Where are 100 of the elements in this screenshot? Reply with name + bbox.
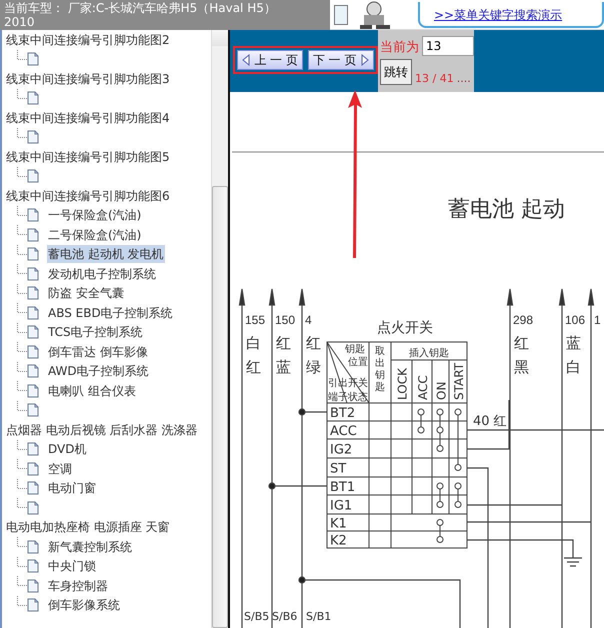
tree-item[interactable]: 电喇叭 组合仪表	[47, 382, 137, 400]
tree-item[interactable]: 新气囊控制系统	[47, 538, 133, 556]
tree-item[interactable]: 防盗 安全气囊	[47, 284, 125, 302]
tree-item[interactable]: TCS电子控制系统	[47, 323, 144, 342]
terminal-label: IG2	[330, 442, 352, 458]
tree-item[interactable]: 二号保险盒(汽油)	[47, 226, 142, 244]
wire-color: 白	[246, 334, 261, 352]
table-header-label: 钥匙	[345, 344, 365, 355]
terminal-label: ACC	[330, 424, 357, 439]
document-icon	[27, 228, 39, 242]
document-icon[interactable]	[27, 91, 39, 106]
fuse-label: S/B5	[244, 610, 270, 623]
next-page-button[interactable]: 下 一 页	[308, 50, 374, 70]
left-arrow-icon	[242, 54, 250, 66]
right-arrow-icon	[360, 54, 369, 66]
document-icon	[27, 384, 39, 398]
position-label: ON	[434, 382, 448, 400]
current-page-label: 当前为	[380, 39, 419, 56]
document-icon[interactable]	[27, 403, 39, 418]
position-label: START	[452, 362, 466, 400]
document-icon	[27, 598, 39, 612]
tree-item[interactable]: DVD机	[47, 440, 88, 458]
tree-item[interactable]: 中央门锁	[47, 557, 97, 576]
vehicle-year: 2010	[4, 15, 36, 29]
tree-item[interactable]: ABS EBD电子控制系统	[47, 304, 174, 322]
document-icon	[27, 286, 39, 300]
terminal-label: K1	[330, 516, 347, 532]
tree-item[interactable]: 线束中间连接编号引脚功能图5	[5, 148, 171, 166]
document-icon[interactable]	[27, 169, 39, 184]
terminal-label: BT2	[330, 406, 356, 421]
terminal-label: IG1	[330, 498, 352, 514]
tree-item[interactable]: 线束中间连接编号引脚功能图6	[5, 186, 171, 205]
tree-line	[17, 556, 27, 566]
page-count: 13 / 41	[415, 72, 454, 85]
remove-key-label: 取出钥匙	[375, 346, 385, 393]
search-demo-link[interactable]: >>菜单关键字搜索演示	[434, 6, 562, 24]
tree-line	[17, 88, 27, 98]
wire-color: 白	[566, 358, 581, 376]
tree-line	[17, 206, 27, 216]
tree-line	[17, 576, 27, 586]
tree-item[interactable]: 蓄电池 起动机 发电机	[47, 245, 165, 264]
tree-line	[17, 478, 27, 488]
tree-line	[17, 303, 27, 313]
document-icon	[27, 559, 39, 574]
tree-line	[17, 381, 27, 391]
position-label: ACC	[416, 375, 430, 400]
ellipsis-text: ....	[456, 72, 471, 85]
tree-item[interactable]: 空调	[47, 460, 73, 478]
document-icon	[27, 208, 39, 222]
wire-color: 蓝	[276, 358, 291, 376]
tree-line	[17, 166, 27, 176]
tree-line	[17, 498, 27, 508]
wire-number: 150	[275, 313, 296, 327]
document-icon	[27, 540, 39, 554]
tree-line	[17, 264, 27, 274]
tree-item[interactable]: 电动电加热座椅 电源插座 天窗	[5, 518, 171, 536]
tree-line	[17, 244, 27, 254]
tree-item[interactable]: 发动机电子控制系统	[47, 264, 157, 283]
tree-line	[17, 440, 27, 450]
terminal-label: K2	[330, 534, 347, 548]
wire-number: 4	[305, 313, 312, 327]
tree-line	[17, 342, 27, 352]
scrollbar[interactable]	[211, 30, 228, 628]
tree-item[interactable]: 线束中间连接编号引脚功能图4	[5, 108, 171, 127]
tree-item[interactable]: 点烟器 电动后视镜 后刮水器 洗涤器	[5, 420, 198, 439]
terminal-label: BT1	[330, 480, 356, 495]
tree-item[interactable]: 线束中间连接编号引脚功能图2	[5, 30, 171, 49]
page-input-field[interactable]: 13	[422, 36, 474, 56]
position-label: LOCK	[396, 368, 410, 400]
document-icon[interactable]	[27, 500, 39, 515]
tree-line	[17, 537, 27, 547]
vehicle-title: 当前车型： 厂家:C-长城汽车哈弗H5（Haval H5）	[4, 1, 277, 15]
wire-number: 298	[513, 313, 534, 327]
jump-button[interactable]: 跳转	[380, 59, 412, 85]
tree-item[interactable]: 车身控制器	[47, 576, 109, 595]
tree-line	[17, 284, 27, 294]
document-icon[interactable]	[27, 130, 39, 144]
document-icon[interactable]	[27, 52, 39, 66]
terminal-label: ST	[330, 462, 346, 476]
frame-icon	[334, 4, 348, 24]
tree-line	[17, 400, 27, 410]
previous-page-button[interactable]: 上 一 页	[237, 50, 304, 70]
tree-item[interactable]: 电动门窗	[47, 479, 97, 498]
tree-item[interactable]: 线束中间连接编号引脚功能图3	[5, 70, 171, 88]
tree-item[interactable]: AWD电子控制系统	[47, 362, 150, 380]
document-icon	[27, 462, 39, 476]
document-icon	[27, 481, 39, 496]
document-icon	[27, 306, 39, 320]
document-icon	[27, 247, 39, 262]
tree-line	[17, 322, 27, 332]
document-icon	[27, 325, 39, 340]
document-icon	[27, 266, 39, 281]
tree-item[interactable]: 一号保险盒(汽油)	[47, 206, 142, 224]
wire-color: 蓝	[566, 334, 581, 352]
wire-color: 红	[514, 334, 529, 352]
wire-color: 红	[276, 334, 291, 352]
tree-item[interactable]: 倒车雷达 倒车影像	[47, 342, 149, 361]
tree-item[interactable]: 倒车影像系统	[47, 596, 121, 614]
scroll-thumb[interactable]	[212, 186, 228, 628]
tree-line	[17, 50, 27, 60]
